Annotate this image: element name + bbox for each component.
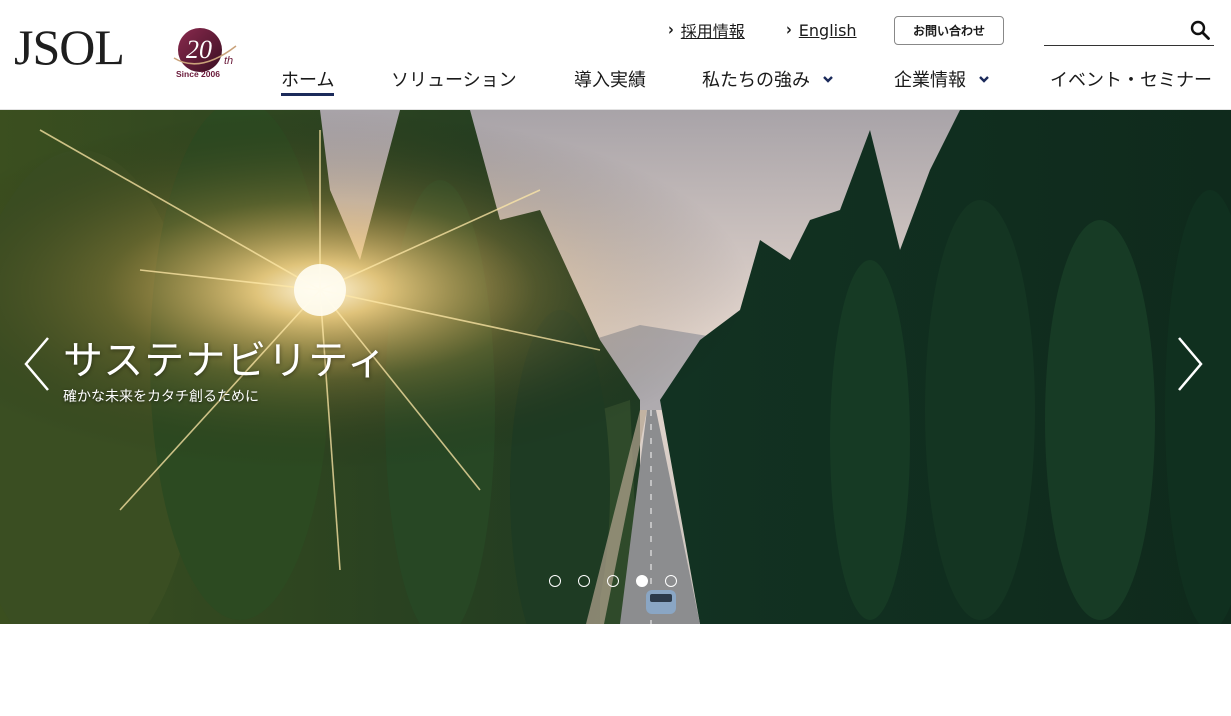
search-box [1044, 14, 1214, 46]
nav-item-strengths[interactable]: 私たちの強み [702, 64, 834, 94]
english-link-label: English [798, 20, 857, 40]
nav-item-company[interactable]: 企業情報 [894, 64, 990, 94]
carousel-dot-active[interactable] [636, 575, 648, 587]
nav-item-label: 導入実績 [574, 70, 646, 91]
badge-suffix: th [224, 55, 233, 67]
english-link[interactable]: › English [786, 18, 857, 42]
nav-item-label: ホーム [281, 70, 335, 91]
hero-subtitle: 確かな未来をカタチ創るために [63, 389, 259, 405]
anniversary-20th-badge: 20 th Since 2006 [166, 24, 242, 82]
recruit-link-label: 採用情報 [680, 22, 745, 41]
contact-button[interactable]: お問い合わせ [894, 16, 1004, 45]
carousel-dot[interactable] [578, 575, 590, 587]
carousel-dot[interactable] [549, 575, 561, 587]
nav-item-label: 私たちの強み [702, 70, 810, 91]
nav-item-label: ソリューション [391, 70, 517, 91]
chevron-down-icon [823, 76, 833, 83]
nav-item-case-studies[interactable]: 導入実績 [574, 64, 646, 94]
carousel-indicators [549, 575, 677, 587]
hero-carousel: サステナビリティ 確かな未来をカタチ創るために [0, 110, 1231, 624]
search-input[interactable] [1044, 14, 1184, 44]
nav-item-label: イベント・セミナー [1050, 70, 1212, 91]
chevron-right-icon: › [668, 20, 674, 40]
chevron-right-icon[interactable] [1175, 336, 1205, 392]
nav-item-label: 企業情報 [894, 70, 966, 91]
badge-number: 20 [186, 35, 212, 64]
recruit-link[interactable]: › 採用情報 [668, 18, 745, 42]
carousel-dot[interactable] [607, 575, 619, 587]
chevron-right-icon: › [786, 20, 792, 40]
jsol-logo[interactable]: JSOL [14, 22, 125, 72]
search-icon[interactable] [1190, 20, 1210, 40]
chevron-left-icon[interactable] [22, 336, 52, 392]
site-header: JSOL 20 th Since 2006 › 採用情報 › English お… [0, 0, 1231, 110]
chevron-down-icon [979, 76, 989, 83]
nav-item-home[interactable]: ホーム [281, 64, 335, 96]
hero-title: サステナビリティ [63, 338, 388, 384]
nav-item-solution[interactable]: ソリューション [391, 64, 517, 94]
badge-since: Since 2006 [176, 69, 220, 79]
carousel-dot[interactable] [665, 575, 677, 587]
anniversary-badge-graphic: 20 th Since 2006 [173, 28, 237, 79]
nav-item-events[interactable]: イベント・セミナー [1050, 64, 1212, 94]
